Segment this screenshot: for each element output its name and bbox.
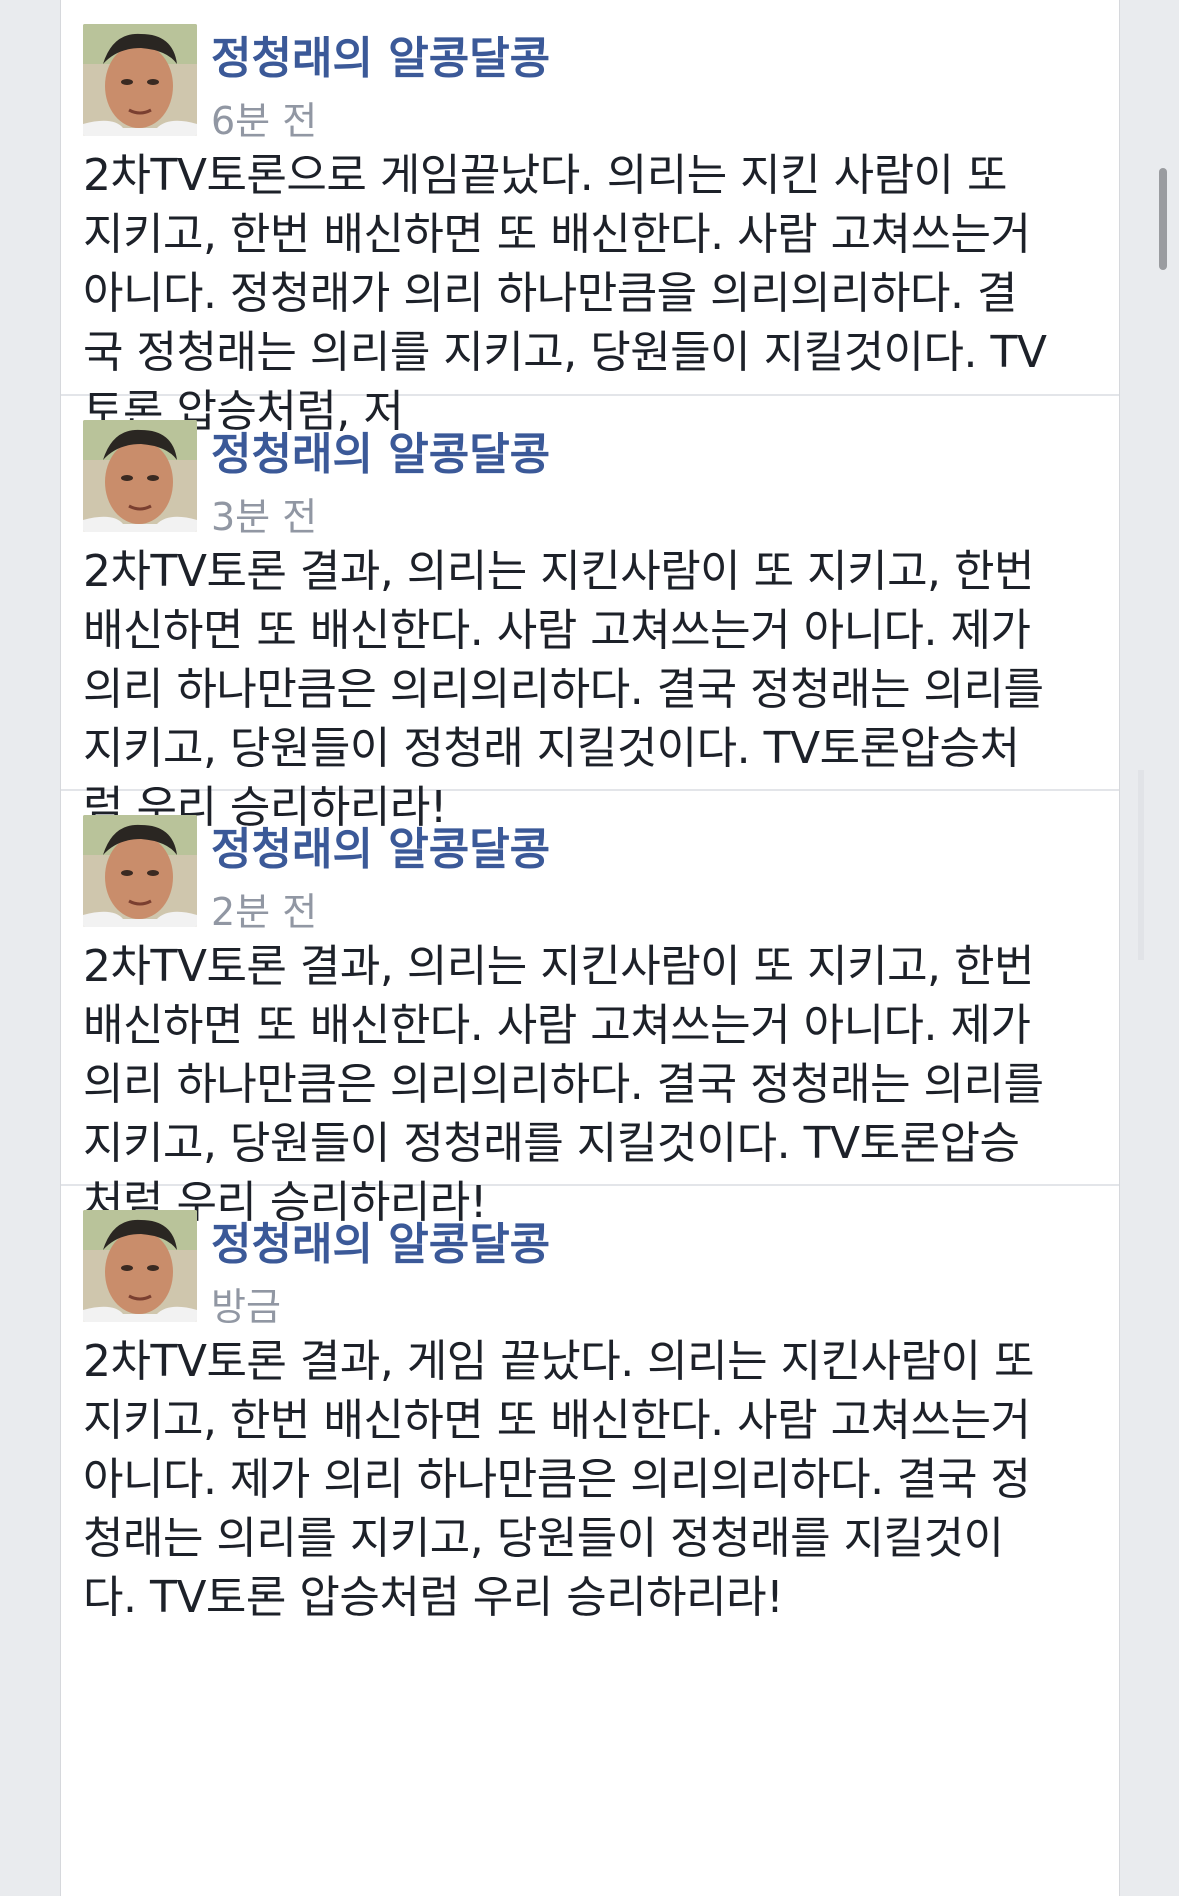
news-feed: 정청래의 알콩달콩 6분 전 2차TV토론으로 게임끝났다. 의리는 지킨 사람… [60,0,1120,1896]
post-text-line: 2차TV토론 결과, 게임 끝났다. 의리는 지킨사람이 또 [83,1336,1034,1387]
post-text-line: 지키고, 당원들이 정청래를 지킬것이다. TV토론압승 [83,1118,1020,1169]
post-header: 정청래의 알콩달콩 방금 [83,1204,983,1329]
profile-photo-icon[interactable] [83,815,197,927]
post-card: 정청래의 알콩달콩 방금 2차TV토론 결과, 게임 끝났다. 의리는 지킨사람… [61,1186,1119,1896]
post-text-line: 의리 하나만큼은 의리의리하다. 결국 정청래는 의리를 [83,664,1044,715]
post-text-line: 배신하면 또 배신한다. 사람 고쳐쓰는거 아니다. 제가 [83,605,1031,656]
profile-photo-icon[interactable] [83,1210,197,1322]
post-text-line: 배신하면 또 배신한다. 사람 고쳐쓰는거 아니다. 제가 [83,1000,1031,1051]
post-text-line: 지키고, 한번 배신하면 또 배신한다. 사람 고쳐쓰는거 [83,1395,1031,1446]
post-author-name[interactable]: 정청래의 알콩달콩 [211,418,550,482]
post-header: 정청래의 알콩달콩 6분 전 [83,18,983,143]
post-text-line: 2차TV토론 결과, 의리는 지킨사람이 또 지키고, 한번 [83,941,1034,992]
post-header: 정청래의 알콩달콩 3분 전 [83,414,983,539]
post-card: 정청래의 알콩달콩 6분 전 2차TV토론으로 게임끝났다. 의리는 지킨 사람… [61,0,1119,437]
edge-divider [1138,770,1144,960]
post-text: 2차TV토론 결과, 게임 끝났다. 의리는 지킨사람이 또 지키고, 한번 배… [83,1332,1093,1627]
post-text-line: 다. TV토론 압승처럼 우리 승리하리라! [83,1572,784,1623]
post-timestamp[interactable]: 방금 [211,1276,281,1331]
post-text-line: 의리 하나만큼은 의리의리하다. 결국 정청래는 의리를 [83,1059,1044,1110]
post-timestamp[interactable]: 6분 전 [211,90,317,145]
post-text-line: 아니다. 제가 의리 하나만큼은 의리의리하다. 결국 정 [83,1454,1031,1505]
post-author-name[interactable]: 정청래의 알콩달콩 [211,1208,550,1272]
profile-photo-icon[interactable] [83,24,197,136]
post-text-line: 아니다. 정청래가 의리 하나만큼을 의리의리하다. 결 [83,268,1017,319]
post-text-line: 지키고, 당원들이 정청래 지킬것이다. TV토론압승처 [83,723,1020,774]
profile-photo-icon[interactable] [83,420,197,532]
post-text-line: 2차TV토론으로 게임끝났다. 의리는 지킨 사람이 또 [83,150,1008,201]
post-text-line: 국 정청래는 의리를 지키고, 당원들이 지킬것이다. TV [83,327,1047,378]
scrollbar-thumb[interactable] [1159,168,1167,270]
post-text-line: 2차TV토론 결과, 의리는 지킨사람이 또 지키고, 한번 [83,546,1034,597]
post-text-line: 청래는 의리를 지키고, 당원들이 정청래를 지킬것이 [83,1513,1004,1564]
post-author-name[interactable]: 정청래의 알콩달콩 [211,22,550,86]
post-author-name[interactable]: 정청래의 알콩달콩 [211,813,550,877]
post-header: 정청래의 알콩달콩 2분 전 [83,809,983,934]
post-card: 정청래의 알콩달콩 2분 전 2차TV토론 결과, 의리는 지킨사람이 또 지키… [61,791,1119,1228]
post-timestamp[interactable]: 2분 전 [211,881,317,936]
post-text-line: 지키고, 한번 배신하면 또 배신한다. 사람 고쳐쓰는거 [83,209,1031,260]
post-timestamp[interactable]: 3분 전 [211,486,317,541]
post-card: 정청래의 알콩달콩 3분 전 2차TV토론 결과, 의리는 지킨사람이 또 지키… [61,396,1119,833]
